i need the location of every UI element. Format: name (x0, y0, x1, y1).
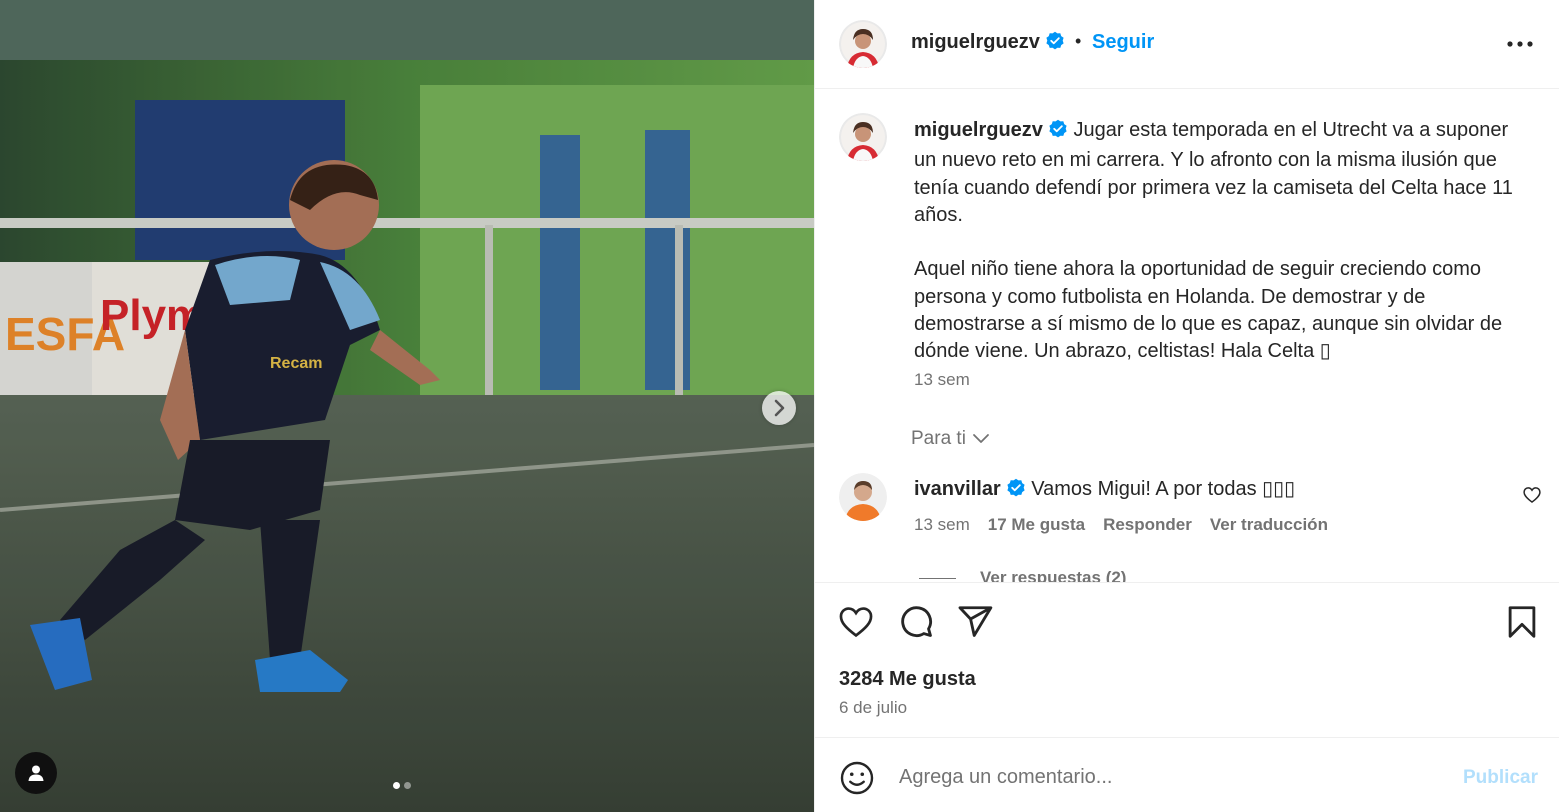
post-media[interactable]: ESFA Plym Recam (0, 0, 814, 812)
more-options-button[interactable] (1505, 30, 1535, 58)
verified-badge-icon (1045, 31, 1065, 57)
view-replies-label: Ver respuestas (2) (980, 568, 1127, 582)
post-caption: miguelrguezv Jugar esta temporada en el … (914, 117, 1514, 366)
comments-filter-label: Para ti (911, 428, 966, 449)
verified-badge-icon (1048, 119, 1068, 147)
follow-button[interactable]: Seguir (1092, 31, 1154, 54)
emoji-picker-button[interactable] (839, 760, 875, 796)
author-avatar[interactable] (839, 20, 887, 68)
emoji-icon (840, 761, 874, 795)
post-actions: 3284 Me gusta 6 de julio (815, 582, 1559, 738)
author-username[interactable]: miguelrguezv (911, 31, 1065, 57)
reply-button[interactable]: Responder (1103, 515, 1192, 535)
add-comment-bar: Publicar (815, 739, 1559, 812)
more-horizontal-icon (1507, 41, 1533, 47)
user-tag-button[interactable] (15, 752, 57, 794)
chevron-down-icon (973, 434, 989, 443)
carousel-dot (404, 782, 411, 789)
like-button[interactable] (837, 603, 875, 641)
replies-divider (919, 577, 956, 579)
carousel-indicator (393, 782, 411, 789)
heart-icon (839, 607, 873, 638)
caption-username[interactable]: miguelrguezv (914, 119, 1043, 141)
comment-text: Vamos Migui! A por todas ▯▯▯ (1031, 478, 1296, 500)
author-username-text: miguelrguezv (911, 31, 1040, 53)
commenter-avatar[interactable] (839, 473, 887, 521)
comments-section[interactable]: miguelrguezv Jugar esta temporada en el … (815, 90, 1559, 582)
carousel-next-button[interactable] (762, 391, 796, 425)
post-date[interactable]: 6 de julio (839, 698, 907, 718)
bookmark-icon (1508, 606, 1536, 638)
comment-body: ivanvillar Vamos Migui! A por todas ▯▯▯ (914, 476, 1295, 504)
share-button[interactable] (956, 603, 994, 641)
publish-button[interactable]: Publicar (1463, 767, 1538, 789)
caption-author-avatar[interactable] (839, 113, 887, 161)
save-button[interactable] (1503, 603, 1541, 641)
post-likes-count[interactable]: 3284 Me gusta (839, 668, 976, 691)
comment-button[interactable] (898, 603, 936, 641)
carousel-dot-active (393, 782, 400, 789)
header-separator: • (1075, 31, 1082, 51)
translate-button[interactable]: Ver traducción (1210, 515, 1328, 535)
user-tag-icon (28, 765, 44, 781)
comment-like-button[interactable] (1522, 485, 1542, 505)
verified-badge-icon (1006, 478, 1026, 504)
instagram-post-view: ESFA Plym Recam miguelrguezv • Seguir mi… (0, 0, 1559, 812)
caption-text: Jugar esta temporada en el Utrecht va a … (914, 119, 1513, 363)
comments-filter-dropdown[interactable]: Para ti (911, 428, 990, 450)
comment-likes-count[interactable]: 17 Me gusta (988, 515, 1085, 535)
post-photo: ESFA Plym Recam (0, 0, 814, 812)
chevron-right-icon (774, 399, 785, 417)
heart-icon (1523, 487, 1541, 504)
comment-icon (901, 606, 932, 637)
commenter-username[interactable]: ivanvillar (914, 478, 1001, 500)
comment-timestamp[interactable]: 13 sem (914, 515, 970, 535)
post-details-panel: miguelrguezv • Seguir miguelrguezv Jugar… (814, 0, 1559, 812)
view-replies-button[interactable]: Ver respuestas (2) (919, 568, 1126, 582)
send-icon (958, 606, 993, 637)
caption-timestamp[interactable]: 13 sem (914, 370, 970, 390)
comment-input[interactable] (899, 759, 1439, 795)
comment-meta: 13 sem 17 Me gusta Responder Ver traducc… (914, 515, 1328, 535)
post-header: miguelrguezv • Seguir (815, 0, 1559, 89)
